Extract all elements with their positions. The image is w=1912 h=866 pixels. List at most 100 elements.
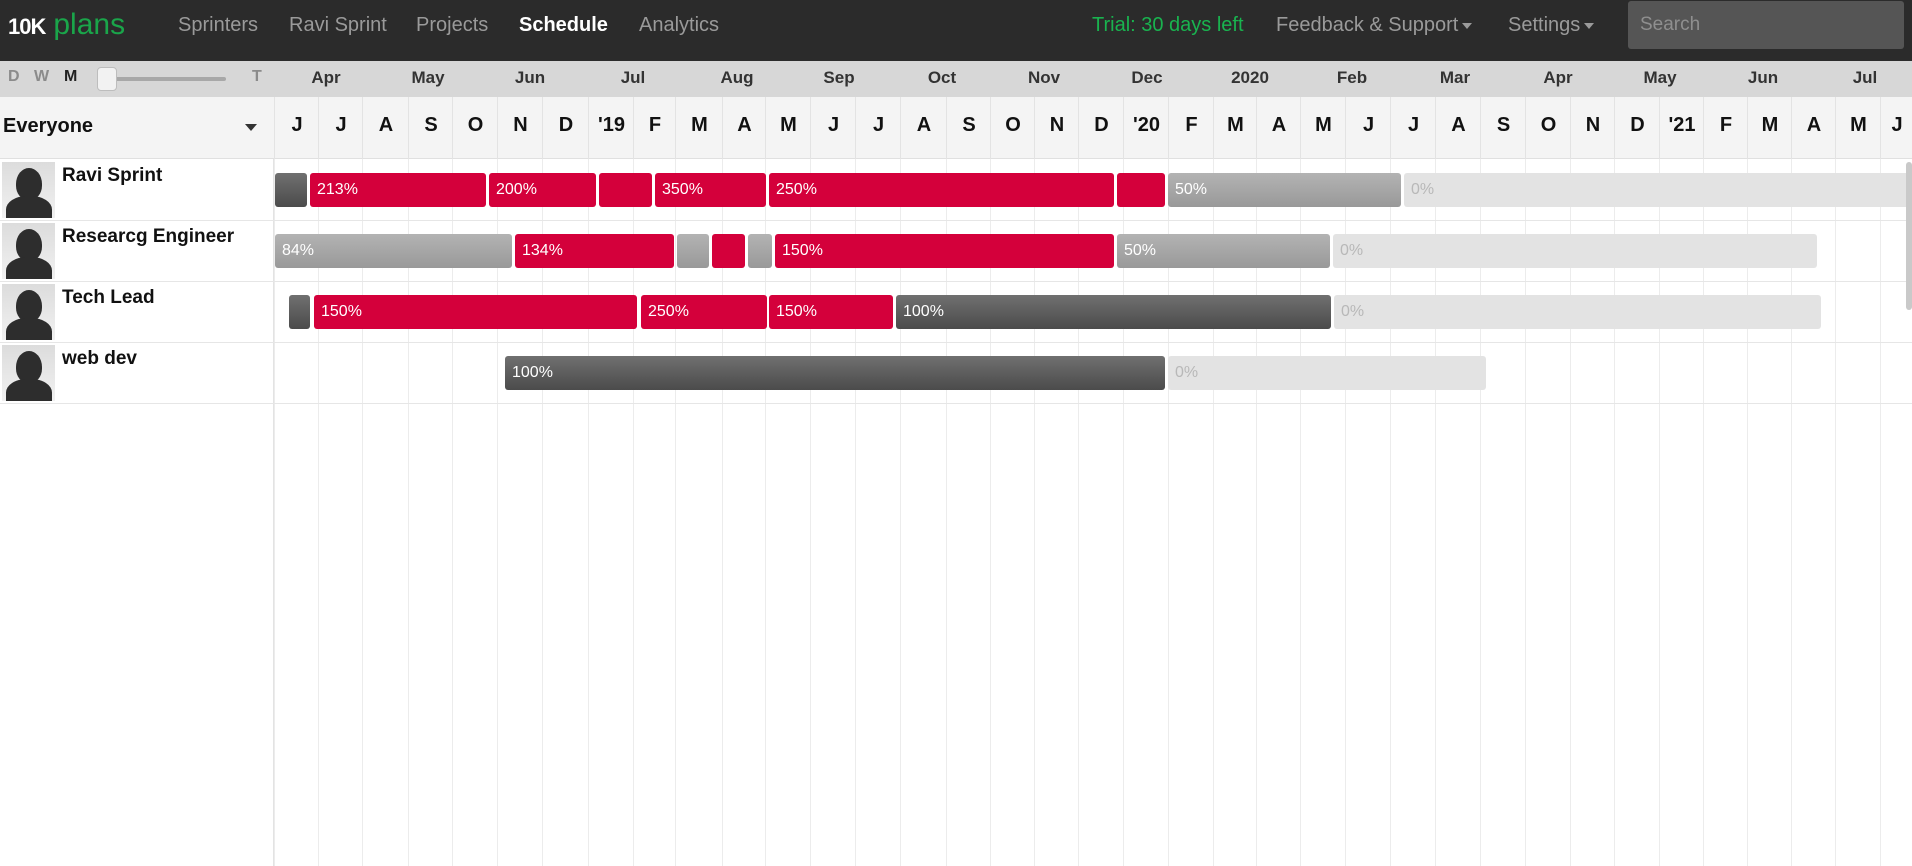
month-letter-label: J [1362, 114, 1375, 136]
nav-link-analytics[interactable]: Analytics [639, 14, 719, 37]
month-letter-cell: M [1213, 97, 1256, 159]
zoom-month-option[interactable]: M [64, 68, 77, 86]
allocation-bar[interactable] [748, 234, 772, 268]
month-label: May [1643, 68, 1677, 87]
allocation-bar[interactable]: 100% [896, 295, 1331, 329]
month-label: Jul [1852, 68, 1878, 87]
vertical-scrollbar[interactable] [1906, 162, 1912, 310]
person-name[interactable]: Tech Lead [62, 287, 155, 309]
month-label: 2020 [1231, 68, 1269, 87]
allocation-bar[interactable] [289, 295, 310, 329]
month-letter-label: F [648, 114, 662, 136]
allocation-bar[interactable]: 150% [775, 234, 1114, 268]
month-label: Jun [514, 68, 546, 87]
avatar-body-shape [6, 318, 52, 340]
allocation-bar[interactable]: 250% [641, 295, 767, 329]
zoom-slider-handle[interactable] [97, 67, 117, 91]
avatar[interactable] [2, 345, 55, 401]
month-letter-label: M [1227, 114, 1244, 136]
avatar-body-shape [6, 196, 52, 218]
caret-down-icon [245, 124, 257, 131]
month-letter-cell: S [946, 97, 990, 159]
month-letter-label: '21 [1668, 114, 1696, 136]
month-label: Nov [1027, 68, 1061, 87]
settings-label: Settings [1508, 14, 1581, 36]
nav-link-sprinters[interactable]: Sprinters [178, 14, 258, 37]
zoom-slider-track[interactable] [104, 77, 226, 81]
zoom-control: D W M T [0, 61, 274, 97]
person-row: Ravi Sprint 213% 200% 350% 250% 50% 0% [0, 159, 1912, 221]
month-letter-cell: J [318, 97, 362, 159]
nav-link-schedule[interactable]: Schedule [519, 14, 608, 37]
month-letter-label: A [737, 114, 752, 136]
month-letter-label: S [1496, 114, 1511, 136]
month-label: Feb [1336, 68, 1368, 87]
avatar[interactable] [2, 223, 55, 279]
month-letter-cell: O [1525, 97, 1570, 159]
month-letter-cell: O [452, 97, 497, 159]
allocation-bar[interactable] [712, 234, 745, 268]
month-label: Dec [1131, 68, 1163, 87]
app-logo[interactable]: 10K plans [8, 8, 125, 48]
month-letter-cell: M [1835, 97, 1880, 159]
nav-link-ravi-sprint[interactable]: Ravi Sprint [289, 14, 387, 37]
allocation-bar[interactable]: 100% [505, 356, 1165, 390]
allocation-bar[interactable] [599, 173, 652, 207]
people-filter-dropdown[interactable]: Everyone [0, 97, 274, 159]
person-name[interactable]: Ravi Sprint [62, 165, 162, 187]
month-letter-cell: J [855, 97, 900, 159]
allocation-bar[interactable]: 0% [1333, 234, 1817, 268]
allocation-bar[interactable]: 350% [655, 173, 766, 207]
month-letter-label: S [962, 114, 976, 136]
allocation-bar[interactable] [677, 234, 709, 268]
month-letter-cell: A [900, 97, 946, 159]
avatar[interactable] [2, 284, 55, 340]
allocation-bar[interactable]: 50% [1117, 234, 1330, 268]
month-letter-label: F [1719, 114, 1733, 136]
person-name[interactable]: Researcg Engineer [62, 226, 234, 248]
month-letter-label: N [1585, 114, 1601, 136]
allocation-bar[interactable]: 0% [1168, 356, 1486, 390]
zoom-total-option[interactable]: T [252, 68, 262, 86]
month-label: Sep [823, 68, 855, 87]
month-letter-cell: D [542, 97, 588, 159]
month-letter-cell: J [1390, 97, 1435, 159]
trial-status-link[interactable]: Trial: 30 days left [1092, 14, 1244, 37]
feedback-support-menu[interactable]: Feedback & Support [1276, 14, 1473, 37]
feedback-support-label: Feedback & Support [1276, 14, 1459, 36]
allocation-bar[interactable]: 134% [515, 234, 674, 268]
month-letter-cell: '19 [588, 97, 633, 159]
allocation-bar[interactable]: 50% [1168, 173, 1401, 207]
month-letter-cell: F [633, 97, 675, 159]
allocation-bar[interactable]: 0% [1404, 173, 1912, 207]
zoom-day-option[interactable]: D [8, 68, 20, 86]
month-letter-label: N [1049, 114, 1065, 136]
allocation-bar[interactable]: 250% [769, 173, 1114, 207]
month-letter-label: A [1451, 114, 1466, 136]
allocation-bar[interactable]: 200% [489, 173, 596, 207]
people-filter-label: Everyone [3, 115, 94, 137]
zoom-week-option[interactable]: W [34, 68, 49, 86]
month-letter-label: D [1630, 114, 1645, 136]
month-letter-label: A [916, 114, 932, 136]
month-label: Apr [311, 68, 341, 87]
nav-link-projects[interactable]: Projects [416, 14, 488, 37]
month-letter-cell: J [810, 97, 855, 159]
allocation-bar[interactable]: 150% [769, 295, 893, 329]
caret-down-icon [1462, 22, 1473, 29]
allocation-bar[interactable]: 150% [314, 295, 637, 329]
month-letter-cell: A [1435, 97, 1480, 159]
settings-menu[interactable]: Settings [1508, 14, 1595, 37]
search-input[interactable] [1628, 1, 1904, 49]
month-letter-label: O [467, 114, 484, 136]
allocation-bar[interactable] [1117, 173, 1165, 207]
allocation-bar[interactable] [275, 173, 307, 207]
person-name[interactable]: web dev [62, 348, 137, 370]
month-letter-cell: M [1300, 97, 1345, 159]
allocation-bar[interactable]: 0% [1334, 295, 1821, 329]
allocation-bar[interactable]: 84% [275, 234, 512, 268]
allocation-bar[interactable]: 213% [310, 173, 486, 207]
month-letter-cell: A [362, 97, 408, 159]
avatar[interactable] [2, 162, 55, 218]
month-letter-label: M [1315, 114, 1332, 136]
